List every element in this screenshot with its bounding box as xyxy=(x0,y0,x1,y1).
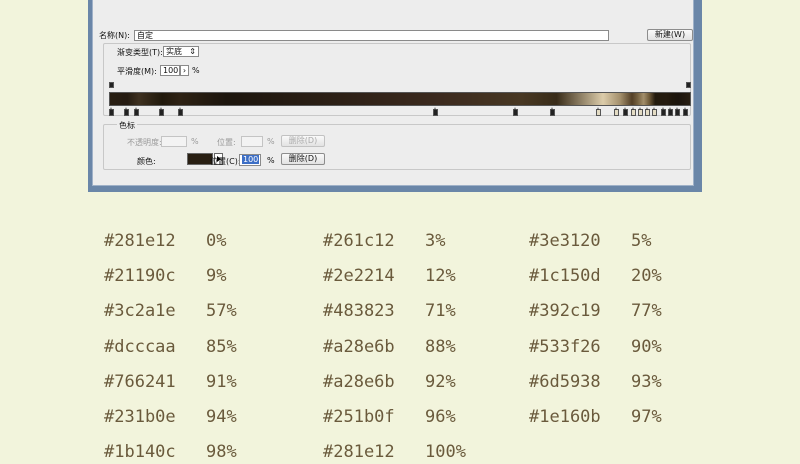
color-stop[interactable] xyxy=(513,107,518,116)
color-stop-selected[interactable] xyxy=(683,107,688,116)
stop-percent: 94% xyxy=(206,407,237,427)
color-stop[interactable] xyxy=(596,107,601,116)
stop-percent: 97% xyxy=(631,407,662,427)
opacity-location-label: 位置: xyxy=(217,138,236,147)
color-stop[interactable] xyxy=(550,107,555,116)
color-label: 颜色: xyxy=(137,157,156,166)
color-stop[interactable] xyxy=(134,107,139,116)
opacity-stop-right[interactable] xyxy=(686,82,691,88)
color-stop[interactable] xyxy=(668,107,673,116)
stop-percent: 91% xyxy=(206,372,237,392)
stop-percent: 100% xyxy=(425,442,466,462)
stop-percent: 92% xyxy=(425,372,456,392)
stop-color-hex: #392c19 xyxy=(529,301,601,321)
opacity-location-input xyxy=(241,136,263,147)
color-stop[interactable] xyxy=(631,107,636,116)
stop-color-hex: #1c150d xyxy=(529,266,601,286)
stop-color-hex: #766241 xyxy=(104,372,176,392)
location-input[interactable]: 100 xyxy=(239,154,261,166)
stop-color-hex: #3c2a1e xyxy=(104,301,176,321)
smoothness-unit: % xyxy=(192,66,200,75)
stop-color-hex: #1b140c xyxy=(104,442,176,462)
stop-percent: 88% xyxy=(425,337,456,357)
opacity-delete-button: 删除(D) xyxy=(281,135,325,147)
stop-percent: 12% xyxy=(425,266,456,286)
stop-color-hex: #483823 xyxy=(323,301,395,321)
color-stop[interactable] xyxy=(623,107,628,116)
color-stop[interactable] xyxy=(433,107,438,116)
stop-percent: 98% xyxy=(206,442,237,462)
opacity-stop-left[interactable] xyxy=(109,82,114,88)
opacity-unit: % xyxy=(191,137,199,146)
opacity-location-unit: % xyxy=(267,137,275,146)
smoothness-dropdown[interactable]: › xyxy=(180,65,189,76)
stop-percent: 96% xyxy=(425,407,456,427)
smoothness-label: 平滑度(M): xyxy=(117,67,157,76)
location-unit: % xyxy=(267,156,275,165)
stop-color-hex: #1e160b xyxy=(529,407,601,427)
color-stop[interactable] xyxy=(159,107,164,116)
gradient-type-label: 渐变类型(T): xyxy=(117,48,163,57)
smoothness-input[interactable]: 100 xyxy=(160,65,180,76)
stop-color-hex: #281e12 xyxy=(323,442,395,462)
color-stop[interactable] xyxy=(675,107,680,116)
location-label: 位置(C): xyxy=(210,157,241,166)
stop-color-hex: #3e3120 xyxy=(529,231,601,251)
gradient-type-value: 实底 xyxy=(166,47,182,56)
new-button[interactable]: 新建(W) xyxy=(647,29,693,41)
stop-color-hex: #2e2214 xyxy=(323,266,395,286)
stop-percent: 3% xyxy=(425,231,446,251)
gradient-editor-panel: 名称(N): 自定 新建(W) 渐变类型(T): 实底 ⇕ 平滑度(M): 10… xyxy=(92,0,694,186)
stop-percent: 85% xyxy=(206,337,237,357)
stop-percent: 20% xyxy=(631,266,662,286)
gradient-type-select[interactable]: 实底 ⇕ xyxy=(163,46,199,57)
color-stop[interactable] xyxy=(661,107,666,116)
color-stop[interactable] xyxy=(645,107,650,116)
stop-color-hex: #261c12 xyxy=(323,231,395,251)
opacity-input xyxy=(161,136,187,147)
stop-color-hex: #dcccaa xyxy=(104,337,176,357)
color-stop[interactable] xyxy=(638,107,643,116)
stop-percent: 9% xyxy=(206,266,227,286)
stop-color-hex: #251b0f xyxy=(323,407,395,427)
stop-percent: 71% xyxy=(425,301,456,321)
stop-percent: 93% xyxy=(631,372,662,392)
stop-color-hex: #281e12 xyxy=(104,231,176,251)
stop-color-hex: #6d5938 xyxy=(529,372,601,392)
color-stop[interactable] xyxy=(109,107,114,116)
color-stop[interactable] xyxy=(124,107,129,116)
stop-color-hex: #231b0e xyxy=(104,407,176,427)
stop-color-hex: #a28e6b xyxy=(323,337,395,357)
stop-color-hex: #21190c xyxy=(104,266,176,286)
stop-percent: 90% xyxy=(631,337,662,357)
gradient-editor-dialog: 名称(N): 自定 新建(W) 渐变类型(T): 实底 ⇕ 平滑度(M): 10… xyxy=(88,0,702,192)
stop-percent: 57% xyxy=(206,301,237,321)
stop-percent: 5% xyxy=(631,231,652,251)
delete-button[interactable]: 删除(D) xyxy=(281,153,325,165)
stop-color-hex: #a28e6b xyxy=(323,372,395,392)
color-stop[interactable] xyxy=(178,107,183,116)
name-input[interactable]: 自定 xyxy=(134,30,609,41)
stop-percent: 0% xyxy=(206,231,227,251)
location-value-selected: 100 xyxy=(242,155,260,164)
stops-group-label: 色标 xyxy=(117,120,137,131)
chevron-updown-icon: ⇕ xyxy=(189,47,196,56)
stop-percent: 77% xyxy=(631,301,662,321)
gradient-preview-bar[interactable] xyxy=(109,92,691,106)
opacity-label: 不透明度: xyxy=(127,138,162,147)
name-label: 名称(N): xyxy=(99,31,130,40)
color-stop[interactable] xyxy=(652,107,657,116)
color-stop[interactable] xyxy=(614,107,619,116)
stop-color-hex: #533f26 xyxy=(529,337,601,357)
chevron-right-icon: › xyxy=(182,66,187,75)
